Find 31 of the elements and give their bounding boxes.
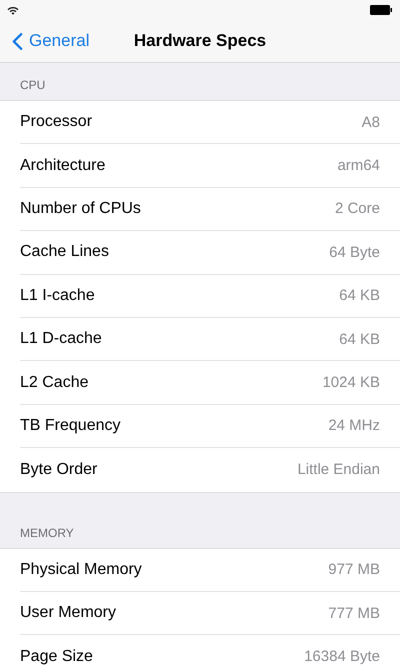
row-value: 64 Byte	[329, 244, 380, 261]
row-value: 16384 Byte	[304, 648, 380, 665]
section-header: MEMORY	[20, 526, 74, 540]
row-value: 64 KB	[339, 330, 380, 348]
row-label: User Memory	[20, 604, 116, 622]
row-label: Page Size	[20, 648, 93, 665]
row-value: 777 MB	[328, 604, 380, 622]
row-label: Byte Order	[20, 460, 98, 479]
row-value: 1024 KB	[322, 374, 380, 392]
row-value: arm64	[337, 157, 380, 174]
back-button[interactable]: General	[0, 31, 90, 51]
row-label: Architecture	[20, 156, 106, 175]
row-label: Number of CPUs	[20, 200, 141, 218]
row-label: Processor	[20, 113, 92, 132]
row-label: Cache Lines	[20, 243, 109, 262]
chevron-icon	[12, 32, 23, 50]
row-label: L1 I-cache	[20, 286, 95, 305]
row-value: 24 MHz	[328, 417, 380, 434]
row-label: L2 Cache	[20, 374, 88, 392]
row-label: TB Frequency	[20, 416, 120, 435]
row-value: 2 Core	[334, 200, 380, 218]
row-value: 64 KB	[339, 287, 380, 304]
screen-title: Hardware Specs	[134, 31, 266, 51]
row-label: L1 D-cache	[20, 330, 102, 348]
row-value: A8	[362, 114, 380, 131]
wifi-icon	[7, 6, 19, 14]
row-label: Physical Memory	[20, 560, 142, 579]
battery-icon	[370, 5, 392, 15]
section-header: CPU	[20, 78, 46, 92]
row-value: Little Endian	[297, 461, 380, 478]
row-value: 977 MB	[328, 561, 380, 578]
